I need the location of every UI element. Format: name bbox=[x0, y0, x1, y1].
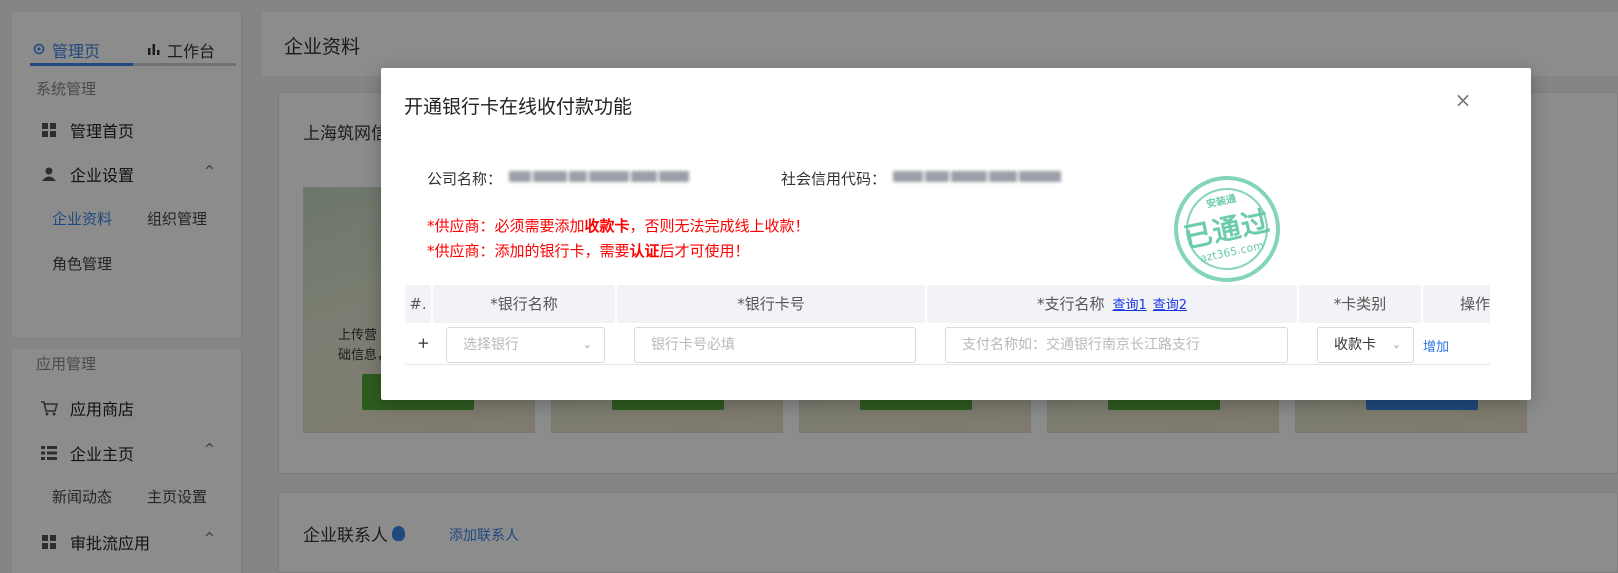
col-index: #. bbox=[405, 285, 433, 323]
warning-receive-card: *供应商：必须需要添加收款卡，否则无法完成线上收款！ bbox=[427, 215, 810, 236]
warning-text: *供应商：添加的银行卡，需要 bbox=[427, 242, 630, 260]
company-name-label: 公司名称： bbox=[427, 170, 503, 188]
col-card-no: *银行卡号 bbox=[617, 285, 927, 323]
bank-select[interactable]: 选择银行 ⌄ bbox=[446, 327, 605, 363]
card-type-select[interactable]: 收款卡 ⌄ bbox=[1317, 327, 1414, 363]
credit-code-value-redacted bbox=[893, 168, 1063, 185]
bank-table-header: #. *银行名称 *银行卡号 *支行名称 查询1 查询2 *卡类别 操作 bbox=[405, 285, 1490, 323]
card-number-input[interactable]: 银行卡号必填 bbox=[634, 327, 916, 363]
add-row-link[interactable]: 增加 bbox=[1423, 336, 1449, 355]
chevron-down-icon: ⌄ bbox=[1391, 338, 1401, 351]
warning-text: 后才可使用！ bbox=[659, 242, 750, 260]
warning-text: *供应商：必须需要添加 bbox=[427, 217, 585, 235]
close-icon[interactable]: × bbox=[1451, 88, 1475, 112]
col-action: 操作 bbox=[1459, 295, 1490, 313]
table-row: + 选择银行 ⌄ 银行卡号必填 支付名称如：交通银行南京长江路支行 收款卡 ⌄ … bbox=[405, 323, 1490, 365]
query1-link[interactable]: 查询1 bbox=[1112, 298, 1146, 313]
branch-name-input[interactable]: 支付名称如：交通银行南京长江路支行 bbox=[945, 327, 1288, 363]
warning-emphasis: 收款卡 bbox=[584, 217, 630, 235]
credit-code-label: 社会信用代码： bbox=[781, 170, 887, 188]
warning-emphasis: 认证 bbox=[629, 242, 660, 260]
col-bank-name: *银行名称 bbox=[433, 285, 617, 323]
modal-title: 开通银行卡在线收付款功能 bbox=[404, 96, 633, 118]
warning-text: ，否则无法完成线上收款！ bbox=[629, 217, 810, 235]
bank-card-modal: 开通银行卡在线收付款功能 × 公司名称： 社会信用代码： *供应商：必须需要添加… bbox=[381, 68, 1531, 400]
warning-verify-card: *供应商：添加的银行卡，需要认证后才可使用！ bbox=[427, 240, 750, 261]
bank-select-placeholder: 选择银行 bbox=[463, 337, 519, 353]
col-branch-label: *支行名称 bbox=[1036, 295, 1105, 313]
company-name-value-redacted bbox=[509, 168, 691, 185]
col-branch: *支行名称 查询1 查询2 bbox=[927, 285, 1299, 323]
expand-row-icon[interactable]: + bbox=[417, 334, 430, 352]
chevron-down-icon: ⌄ bbox=[582, 338, 592, 351]
card-type-value: 收款卡 bbox=[1334, 337, 1376, 353]
col-card-type: *卡类别 bbox=[1299, 285, 1423, 323]
query2-link[interactable]: 查询2 bbox=[1153, 298, 1187, 313]
